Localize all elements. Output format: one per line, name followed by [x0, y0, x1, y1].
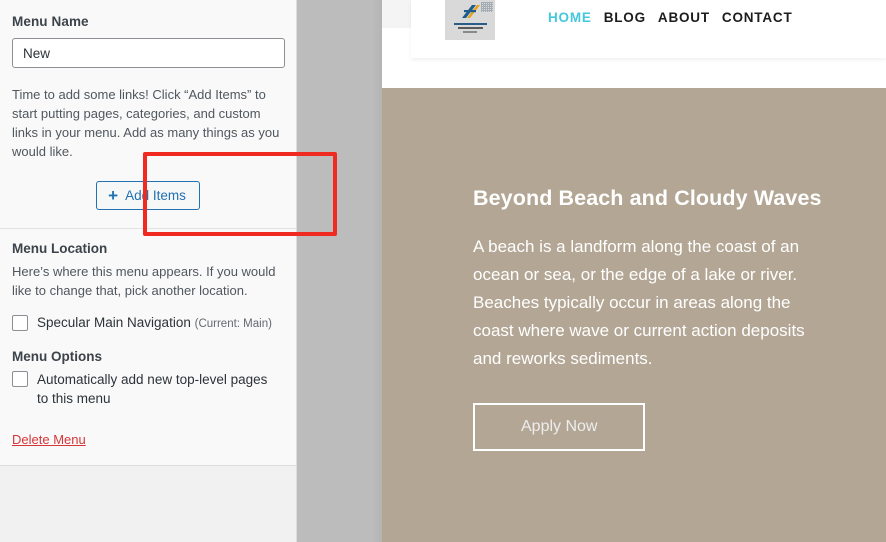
site-navigation: HOME BLOG ABOUT CONTACT [548, 10, 793, 25]
add-items-row: + Add Items [12, 181, 284, 214]
nav-link-contact[interactable]: CONTACT [722, 10, 793, 25]
backdrop-shade [372, 0, 382, 542]
menu-location-current-note: (Current: Main) [194, 318, 272, 330]
plus-icon: + [108, 185, 119, 205]
hero-section: Beyond Beach and Cloudy Waves A beach is… [382, 88, 886, 542]
customizer-sidebar: Menu Name Time to add some links! Click … [0, 0, 297, 542]
preview-backdrop [297, 0, 382, 542]
site-preview: HOME BLOG ABOUT CONTACT Beyond Beach and… [382, 0, 886, 542]
hero-title: Beyond Beach and Cloudy Waves [473, 186, 822, 210]
add-items-button[interactable]: + Add Items [96, 181, 200, 210]
logo-wordmark [453, 23, 487, 35]
sidebar-footer-gap [0, 466, 296, 480]
nav-link-about[interactable]: ABOUT [658, 10, 710, 25]
menu-name-label: Menu Name [12, 14, 89, 29]
menu-location-description: Here’s where this menu appears. If you w… [12, 264, 276, 298]
menu-location-heading: Menu Location [12, 241, 108, 256]
menu-location-name: Specular Main Navigation [37, 315, 191, 330]
menu-help-text: Time to add some links! Click “Add Items… [12, 87, 280, 159]
auto-add-pages-row[interactable]: Automatically add new top-level pages to… [12, 370, 284, 408]
auto-add-pages-checkbox[interactable] [12, 371, 28, 387]
menu-location-checkbox-label: Specular Main Navigation (Current: Main) [37, 314, 272, 333]
menu-options-heading: Menu Options [12, 349, 102, 364]
customizer-screen: Menu Name Time to add some links! Click … [0, 0, 886, 542]
apply-now-button[interactable]: Apply Now [473, 403, 646, 451]
logo-dot-grid-icon [481, 2, 493, 12]
menu-name-input[interactable] [12, 38, 285, 68]
menu-location-section: Menu Location Here’s where this menu app… [0, 229, 296, 466]
preview-top-strip [382, 0, 411, 28]
menu-name-section: Menu Name Time to add some links! Click … [0, 0, 296, 229]
add-items-button-label: Add Items [125, 187, 186, 203]
menu-location-checkbox-row[interactable]: Specular Main Navigation (Current: Main) [12, 314, 284, 333]
hero-body-text: A beach is a landform along the coast of… [473, 237, 805, 368]
menu-options-block: Menu Options Automatically add new top-l… [12, 335, 284, 449]
menu-location-checkbox[interactable] [12, 315, 28, 331]
nav-link-blog[interactable]: BLOG [604, 10, 646, 25]
logo-mark-icon [462, 5, 480, 18]
hero-content: Beyond Beach and Cloudy Waves A beach is… [382, 88, 886, 451]
site-logo[interactable] [445, 0, 495, 40]
nav-link-home[interactable]: HOME [548, 10, 592, 25]
auto-add-pages-label: Automatically add new top-level pages to… [37, 372, 268, 406]
delete-menu-link[interactable]: Delete Menu [12, 432, 86, 447]
